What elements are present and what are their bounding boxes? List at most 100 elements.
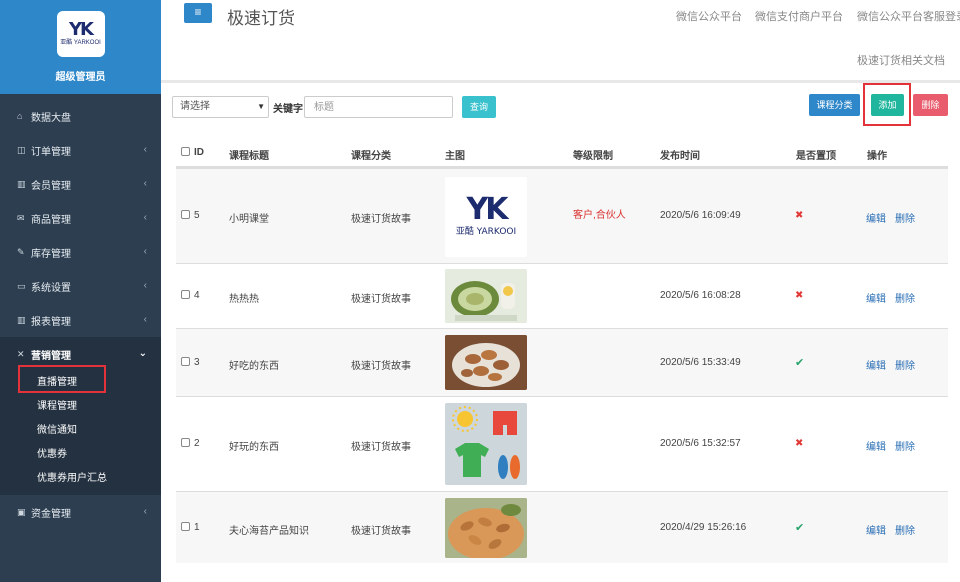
sidebar-item-label: 数据大盘 <box>31 112 71 124</box>
not-pinned-icon: ✖ <box>795 438 804 449</box>
row-category: 极速订货故事 <box>351 214 411 225</box>
edit-link[interactable]: 编辑 <box>866 357 886 372</box>
link-wechat-platform[interactable]: 微信公众平台 <box>676 8 742 24</box>
row-time: 2020/5/6 15:33:49 <box>660 357 741 368</box>
summer-items-image <box>445 403 527 485</box>
row-category: 极速订货故事 <box>351 526 411 537</box>
chevron-left-icon: ‹ <box>143 144 147 155</box>
sidebar-item-inventory[interactable]: ✎ 库存管理 ‹ <box>0 235 161 269</box>
edit-link[interactable]: 编辑 <box>866 290 886 305</box>
yarkooi-logo-image: YK 亚酷 YARKOOI <box>445 177 527 257</box>
edit-link[interactable]: 编辑 <box>866 522 886 537</box>
row-id-value: 5 <box>194 210 200 221</box>
money-icon: ▣ <box>17 506 26 517</box>
row-checkbox[interactable] <box>181 438 190 447</box>
desktop-icon: ▭ <box>17 280 26 291</box>
submenu-item-coupons[interactable]: 优惠券 <box>0 443 161 467</box>
link-wechat-service-login[interactable]: 微信公众平台客服登录 <box>857 8 960 24</box>
delete-link[interactable]: 删除 <box>895 522 915 537</box>
sidebar: YK 亚酷 YARKOOI 超级管理员 ⌂ 数据大盘 ◫ 订单管理 ‹ ▥ 会员… <box>0 0 161 582</box>
logo-mark: YK <box>69 19 94 40</box>
delete-link[interactable]: 删除 <box>895 290 915 305</box>
not-pinned-icon: ✖ <box>795 210 804 221</box>
row-time: 2020/5/6 15:32:57 <box>660 438 741 449</box>
sidebar-item-settings[interactable]: ▭ 系统设置 ‹ <box>0 269 161 303</box>
sidebar-item-products[interactable]: ✉ 商品管理 ‹ <box>0 201 161 235</box>
link-wechat-pay[interactable]: 微信支付商户平台 <box>755 8 843 24</box>
edit-link[interactable]: 编辑 <box>866 210 886 225</box>
sidebar-item-members[interactable]: ▥ 会员管理 ‹ <box>0 167 161 201</box>
query-button[interactable]: 查询 <box>462 96 496 118</box>
row-time: 2020/5/6 16:08:28 <box>660 290 741 301</box>
highlight-live-menu <box>18 365 106 393</box>
column-actions: 操作 <box>867 151 887 162</box>
sidebar-item-orders[interactable]: ◫ 订单管理 ‹ <box>0 133 161 167</box>
link-docs[interactable]: 极速订货相关文档 <box>857 52 945 68</box>
keyword-label: 关键字 <box>273 104 303 115</box>
highlight-add-button <box>863 83 911 126</box>
course-category-button[interactable]: 课程分类 <box>809 94 860 116</box>
row-title: 夫心海苔产品知识 <box>229 526 309 537</box>
row-id: 5 <box>181 210 200 221</box>
chevron-down-icon: ⌄ <box>138 348 147 359</box>
pinned-check-icon: ✔ <box>795 357 805 369</box>
submenu-item-wechat-notify[interactable]: 微信通知 <box>0 419 161 443</box>
submenu-item-courses[interactable]: 课程管理 <box>0 395 161 419</box>
sidebar-item-label: 库存管理 <box>31 248 71 260</box>
admin-name[interactable]: 超级管理员 <box>56 68 106 83</box>
chevron-left-icon: ‹ <box>143 178 147 189</box>
row-checkbox[interactable] <box>181 290 190 299</box>
row-id: 4 <box>181 290 200 301</box>
keyword-input[interactable] <box>304 96 453 118</box>
sidebar-item-funds[interactable]: ▣ 资金管理 ‹ <box>0 495 161 529</box>
row-title: 热热热 <box>229 294 259 305</box>
sidebar-item-label: 资金管理 <box>31 508 71 520</box>
chevron-left-icon: ‹ <box>143 246 147 257</box>
row-checkbox[interactable] <box>181 522 190 531</box>
sidebar-item-label: 营销管理 <box>31 350 71 362</box>
sidebar-item-reports[interactable]: ▥ 报表管理 ‹ <box>0 303 161 337</box>
chevron-left-icon: ‹ <box>143 314 147 325</box>
select-all-checkbox[interactable] <box>181 147 190 156</box>
row-id-value: 1 <box>194 522 200 533</box>
delete-link[interactable]: 删除 <box>895 357 915 372</box>
sidebar-item-label: 系统设置 <box>31 282 71 294</box>
table-row: 3 好吃的东西 极速订货故事 2020/5/6 15:33:49 ✔ 编辑 删除 <box>176 328 948 396</box>
row-title: 小明课堂 <box>229 214 269 225</box>
sidebar-item-dashboard[interactable]: ⌂ 数据大盘 <box>0 99 161 133</box>
sidebar-item-label: 订单管理 <box>31 146 71 158</box>
sidebar-item-label: 商品管理 <box>31 214 71 226</box>
row-category: 极速订货故事 <box>351 442 411 453</box>
pinned-check-icon: ✔ <box>795 522 805 534</box>
logo[interactable]: YK 亚酷 YARKOOI <box>56 11 105 57</box>
not-pinned-icon: ✖ <box>795 290 804 301</box>
delete-button[interactable]: 删除 <box>913 94 948 116</box>
row-id-value: 4 <box>194 290 200 301</box>
delete-link[interactable]: 删除 <box>895 210 915 225</box>
hamburger-icon: ≡ <box>194 5 202 19</box>
row-checkbox[interactable] <box>181 357 190 366</box>
select-value: 请选择 <box>180 101 210 112</box>
svg-text:亚酷 YARKOOI: 亚酷 YARKOOI <box>456 225 516 237</box>
row-title: 好玩的东西 <box>229 442 279 453</box>
row-id-value: 3 <box>194 357 200 368</box>
row-time: 2020/4/29 15:26:16 <box>660 522 747 533</box>
column-level: 等级限制 <box>573 151 613 162</box>
row-category: 极速订货故事 <box>351 294 411 305</box>
row-checkbox[interactable] <box>181 210 190 219</box>
delete-link[interactable]: 删除 <box>895 438 915 453</box>
menu-toggle-button[interactable]: ≡ <box>184 3 212 23</box>
row-id: 2 <box>181 438 200 449</box>
category-select[interactable]: 请选择 ▼ <box>172 96 269 118</box>
edit-link[interactable]: 编辑 <box>866 438 886 453</box>
submenu-item-coupon-summary[interactable]: 优惠券用户汇总 <box>0 467 161 491</box>
column-time: 发布时间 <box>660 151 700 162</box>
logo-subtext: 亚酷 YARKOOI <box>60 40 101 46</box>
sidebar-nav: ⌂ 数据大盘 ◫ 订单管理 ‹ ▥ 会员管理 ‹ ✉ 商品管理 ‹ ✎ 库存管理 <box>0 99 161 529</box>
column-title: 课程标题 <box>229 151 269 162</box>
table-row: 4 热热热 极速订货故事 2020/5/6 16:08:28 ✖ 编辑 删除 <box>176 263 948 328</box>
table-row: 1 夫心海苔产品知识 极速订货故事 2020/4/29 15:26:16 ✔ 编… <box>176 491 948 563</box>
edit-icon: ✎ <box>17 246 25 257</box>
almond-image <box>445 498 527 558</box>
chevron-left-icon: ‹ <box>143 280 147 291</box>
